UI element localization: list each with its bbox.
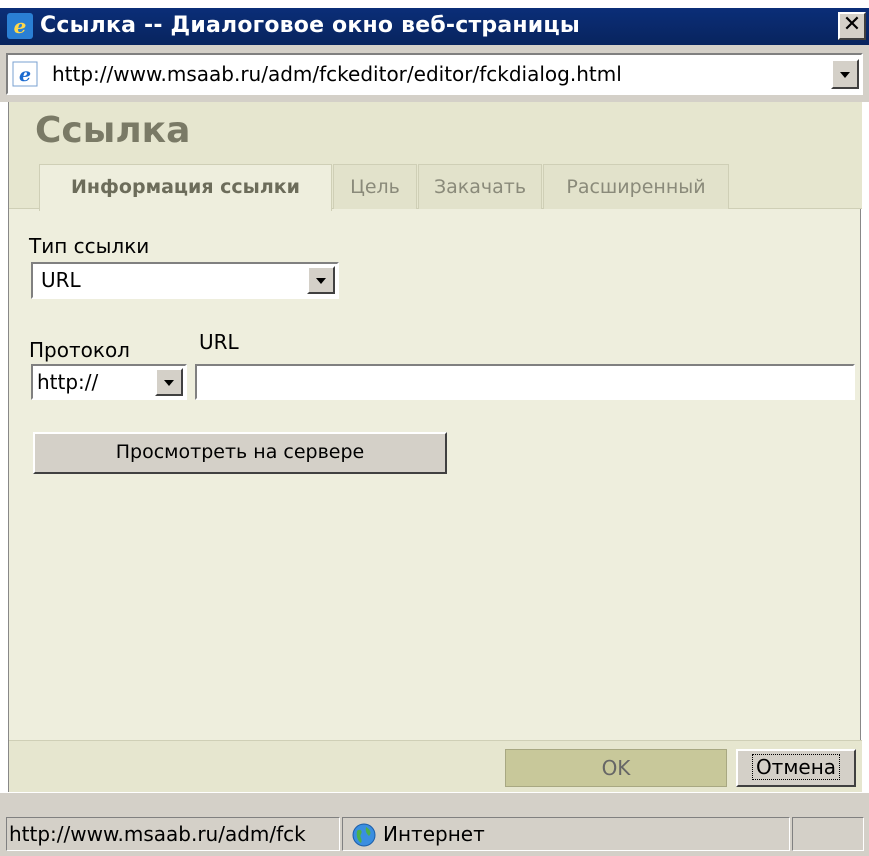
link-dialog: Ссылка Информация ссылки Цель Закачать Р… [8,102,862,792]
ie-page-icon: e [12,61,38,87]
status-zone: Интернет [342,817,790,851]
ok-button[interactable]: OK [505,749,727,787]
status-url: http://www.msaab.ru/adm/fck [6,817,340,851]
globe-icon [352,823,376,847]
close-icon: ✕ [842,12,862,37]
close-button[interactable]: ✕ [838,12,866,40]
status-empty-pane [792,817,864,851]
protocol-select[interactable]: http:// [31,364,187,400]
chevron-down-icon [840,72,850,78]
dialog-header: Ссылка Информация ссылки Цель Закачать Р… [9,102,862,211]
link-type-select[interactable]: URL [31,262,339,299]
tab-target[interactable]: Цель [333,164,417,209]
cancel-button-label: Отмена [751,754,841,780]
url-input[interactable] [195,364,855,400]
window-titlebar[interactable]: e Ссылка -- Диалоговое окно веб-страницы… [0,8,869,45]
chevron-down-icon [316,278,326,284]
address-url: http://www.msaab.ru/adm/fckeditor/editor… [52,62,622,86]
browse-server-button[interactable]: Просмотреть на сервере [33,432,447,474]
tab-advanced[interactable]: Расширенный [543,164,729,209]
address-bar: e http://www.msaab.ru/adm/fckeditor/edit… [0,45,869,102]
protocol-label: Протокол [29,338,130,362]
tab-link-info[interactable]: Информация ссылки [39,164,332,211]
status-zone-label: Интернет [383,822,485,846]
svg-text:e: e [19,64,31,86]
window-title: Ссылка -- Диалоговое окно веб-страницы [40,13,581,38]
chevron-down-icon [164,380,174,386]
dialog-footer: OK Отмена [9,740,862,792]
svg-text:e: e [14,14,27,38]
cancel-button[interactable]: Отмена [736,749,856,787]
tab-upload[interactable]: Закачать [418,164,542,209]
url-label: URL [199,330,239,354]
link-type-value: URL [41,268,81,292]
link-type-label: Тип ссылки [29,234,150,258]
ie-icon: e [7,13,33,39]
status-bar: http://www.msaab.ru/adm/fck Интернет [0,792,869,856]
dialog-title: Ссылка [35,110,191,151]
address-dropdown-button[interactable] [831,59,859,89]
protocol-value: http:// [37,370,99,394]
link-type-dropdown-button[interactable] [307,266,335,294]
address-field[interactable]: e http://www.msaab.ru/adm/fckeditor/edit… [6,53,863,95]
protocol-dropdown-button[interactable] [155,368,183,396]
